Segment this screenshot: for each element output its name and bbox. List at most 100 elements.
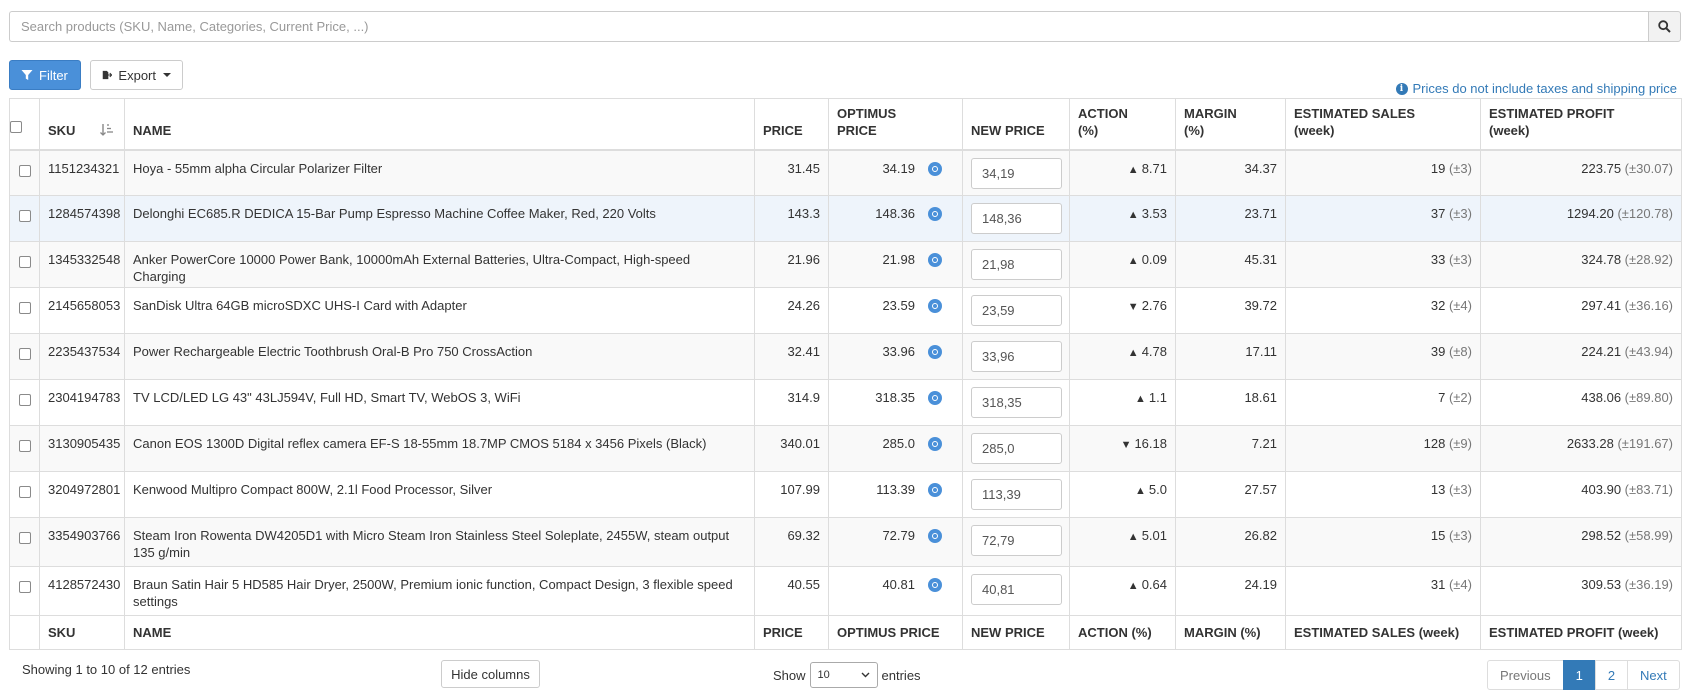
action-value: 4.78 [1141,344,1167,359]
cell-estimated-sales: 39 (±8) [1285,333,1481,380]
new-price-input[interactable] [971,203,1062,234]
table-row[interactable]: 1284574398 Delonghi EC685.R DEDICA 15-Bar… [9,195,1682,242]
col-margin[interactable]: MARGIN (%) [1175,98,1286,151]
row-checkbox[interactable] [18,532,31,544]
col-estimated-profit[interactable]: ESTIMATED PROFIT (week) [1480,98,1682,151]
cell-optimus-price: 148.36 [828,195,963,242]
table-row[interactable]: 3354903766 Steam Iron Rowenta DW4205D1 wi… [9,517,1682,567]
sales-value: 7 [1438,390,1446,405]
action-arrow-icon: ▲ [1127,347,1139,359]
optimus-icon[interactable] [928,207,942,221]
products-table: SKU NAME PRICE OPTIMUS PRICE NEW PRICE AC… [9,98,1682,650]
cell-name: Power Rechargeable Electric Toothbrush O… [124,333,755,380]
cell-sku: 3204972801 [39,471,125,518]
table-row[interactable]: 1151234321 Hoya - 55mm alpha Circular Pol… [9,149,1682,196]
row-checkbox[interactable] [18,486,31,498]
cell-estimated-profit: 224.21 (±43.94) [1480,333,1682,380]
col-sku[interactable]: SKU [39,98,125,151]
search-input[interactable] [9,11,1648,42]
table-row[interactable]: 2304194783 TV LCD/LED LG 43" 43LJ594V, Fu… [9,379,1682,426]
profit-value: 2633.28 [1566,436,1614,451]
cell-action: ▲ 0.64 [1069,566,1176,616]
col-action[interactable]: ACTION (%) [1069,98,1176,151]
new-price-input[interactable] [971,525,1062,556]
hide-columns-button[interactable]: Hide columns [441,660,540,688]
row-checkbox[interactable] [18,302,31,314]
optimus-icon[interactable] [928,578,942,592]
length-show-label: Show [773,667,806,683]
profit-variance: (±43.94) [1624,344,1673,359]
row-checkbox[interactable] [18,164,31,177]
optimus-icon[interactable] [928,391,942,405]
optimus-price-value: 23.59 [882,298,915,313]
cell-margin: 27.57 [1175,471,1286,518]
table-row[interactable]: 1345332548 Anker PowerCore 10000 Power Ba… [9,241,1682,288]
col-new-price[interactable]: NEW PRICE [962,98,1070,151]
new-price-input[interactable] [971,433,1062,464]
profit-value: 324.78 [1581,252,1622,267]
sales-value: 31 [1430,577,1446,592]
cell-price: 32.41 [754,333,829,380]
select-all-checkbox[interactable] [10,120,22,133]
row-checkbox[interactable] [18,210,31,222]
new-price-input[interactable] [971,295,1062,326]
filter-button[interactable]: Filter [9,60,81,90]
table-row[interactable]: 4128572430 Braun Satin Hair 5 HD585 Hair … [9,566,1682,616]
page-2-button[interactable]: 2 [1594,660,1629,690]
optimus-icon[interactable] [928,483,942,497]
cell-estimated-profit: 403.90 (±83.71) [1480,471,1682,518]
foot-price: PRICE [754,615,829,650]
row-checkbox[interactable] [18,256,31,268]
col-price[interactable]: PRICE [754,98,829,151]
optimus-icon[interactable] [928,437,942,451]
optimus-icon[interactable] [928,253,942,267]
next-page-button[interactable]: Next [1627,660,1680,690]
foot-estimated-profit: ESTIMATED PROFIT (week) [1480,615,1682,650]
cell-new-price [962,379,1070,426]
sort-asc-icon[interactable] [100,123,114,136]
cell-estimated-profit: 2633.28 (±191.67) [1480,425,1682,472]
cell-margin: 39.72 [1175,287,1286,334]
new-price-input[interactable] [971,574,1062,605]
row-checkbox[interactable] [18,348,31,360]
col-optimus-price[interactable]: OPTIMUS PRICE [828,98,963,151]
new-price-input[interactable] [971,479,1062,510]
page-length-select[interactable]: 10 [809,662,878,688]
sales-variance: (±3) [1448,206,1472,221]
row-checkbox[interactable] [18,394,31,406]
export-button[interactable]: Export [90,60,183,90]
row-checkbox[interactable] [18,440,31,452]
col-estimated-sales[interactable]: ESTIMATED SALES (week) [1285,98,1481,151]
new-price-input[interactable] [971,157,1062,189]
cell-new-price [962,287,1070,334]
table-row[interactable]: 3130905435 Canon EOS 1300D Digital reflex… [9,425,1682,472]
profit-variance: (±89.80) [1624,390,1673,405]
cell-sku: 1151234321 [39,149,125,196]
cell-sku: 2304194783 [39,379,125,426]
row-select-cell [9,425,40,472]
table-row[interactable]: 2235437534 Power Rechargeable Electric To… [9,333,1682,380]
optimus-icon[interactable] [928,345,942,359]
cell-optimus-price: 285.0 [828,425,963,472]
cell-optimus-price: 21.98 [828,241,963,288]
col-optimus-label-1: OPTIMUS [837,105,897,121]
new-price-input[interactable] [971,249,1062,280]
optimus-icon[interactable] [928,161,942,176]
action-value: 5.0 [1148,482,1167,497]
new-price-input[interactable] [971,341,1062,372]
optimus-icon[interactable] [928,529,942,543]
action-value: 0.64 [1141,577,1167,592]
optimus-icon[interactable] [928,299,942,313]
table-row[interactable]: 2145658053 SanDisk Ultra 64GB microSDXC U… [9,287,1682,334]
new-price-input[interactable] [971,387,1062,418]
entries-info: Showing 1 to 10 of 12 entries [22,662,191,677]
cell-estimated-sales: 33 (±3) [1285,241,1481,288]
page-1-button[interactable]: 1 [1562,660,1596,690]
search-button[interactable] [1648,11,1681,42]
sales-variance: (±4) [1448,577,1472,592]
action-arrow-icon: ▲ [1127,255,1139,267]
table-row[interactable]: 3204972801 Kenwood Multipro Compact 800W,… [9,471,1682,518]
col-name[interactable]: NAME [124,98,755,151]
previous-page-button[interactable]: Previous [1487,660,1564,690]
row-checkbox[interactable] [18,581,31,593]
